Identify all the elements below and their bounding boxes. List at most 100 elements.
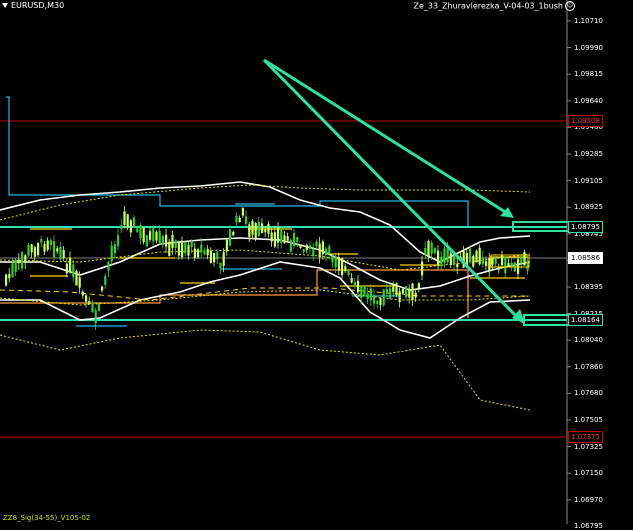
candle-body xyxy=(206,248,209,256)
candle-body xyxy=(392,287,395,292)
symbol-header: EURUSD,M30 xyxy=(2,1,64,10)
candle-body xyxy=(168,241,171,256)
candle-body xyxy=(213,252,216,263)
candle-body xyxy=(475,250,478,263)
envelope-upper xyxy=(0,184,531,221)
candle-body xyxy=(360,286,363,299)
candle-body xyxy=(8,274,11,279)
price-axis-label: 1.06970 xyxy=(574,495,603,504)
candle-body xyxy=(155,231,158,241)
candle-body xyxy=(443,248,446,263)
candle-body xyxy=(49,240,52,245)
candle-body xyxy=(507,262,510,267)
price-axis-label: 1.09640 xyxy=(574,96,603,105)
candle-body xyxy=(133,217,136,228)
candle-body xyxy=(203,250,206,255)
candle-body xyxy=(56,248,59,252)
candle-body xyxy=(232,231,235,236)
candle-body xyxy=(197,249,200,258)
candle-body xyxy=(373,295,376,304)
price-tag-teal-low: 1.08164 xyxy=(568,314,603,326)
candle-body xyxy=(481,257,484,265)
candle-body xyxy=(14,259,17,273)
candle-body xyxy=(72,264,75,278)
candle-body xyxy=(286,236,289,241)
candle-body xyxy=(107,261,110,271)
price-axis-label: 1.07680 xyxy=(574,389,603,398)
candle-body xyxy=(430,242,433,254)
price-axis[interactable]: 1.10710 1.09990 1.09815 1.09640 1.09460 1.092… xyxy=(567,0,633,530)
candle-body xyxy=(75,270,78,286)
candle-body xyxy=(379,298,382,305)
price-axis-label: 1.08925 xyxy=(574,203,603,212)
candle-body xyxy=(222,252,225,266)
candle-body xyxy=(17,259,20,264)
candle-body xyxy=(177,242,180,256)
candle-body xyxy=(241,207,244,216)
price-plot[interactable] xyxy=(0,0,633,524)
price-axis-label: 1.07325 xyxy=(574,442,603,451)
candle-body xyxy=(267,223,270,234)
candle-body xyxy=(405,286,408,298)
candle-body xyxy=(526,260,529,271)
candle-body xyxy=(341,258,344,276)
candle-body xyxy=(145,235,148,247)
price-axis-label: 1.07860 xyxy=(574,362,603,371)
candle-body xyxy=(293,233,296,247)
candle-body xyxy=(59,246,62,260)
candle-body xyxy=(280,228,283,243)
price-axis-label: 1.09990 xyxy=(574,43,603,52)
candle-body xyxy=(353,282,356,287)
candle-body xyxy=(325,248,328,256)
price-axis-label: 1.08040 xyxy=(574,336,603,345)
candle-body xyxy=(465,252,468,265)
candle-body xyxy=(248,224,251,237)
candle-body xyxy=(417,283,420,289)
candle-body xyxy=(501,255,504,266)
candle-body xyxy=(117,235,120,246)
candle-body xyxy=(337,257,340,271)
candle-body xyxy=(190,241,193,247)
candle-body xyxy=(408,288,411,298)
candle-body xyxy=(171,235,174,249)
candle-body xyxy=(27,245,30,256)
candle-body xyxy=(174,240,177,249)
candle-body xyxy=(120,225,123,230)
candle-body xyxy=(504,257,507,274)
indicator-title: Ze_33_Zhuravlerezka_V-04-03_1bush xyxy=(413,1,563,11)
candle-body xyxy=(411,283,414,301)
candle-body xyxy=(62,249,65,258)
candle-body xyxy=(152,227,155,242)
dropdown-triangle-icon[interactable] xyxy=(2,3,8,8)
candle-body xyxy=(21,252,24,269)
candle-body xyxy=(277,226,280,243)
candle-body xyxy=(225,239,228,252)
candle-body xyxy=(299,244,302,248)
candle-body xyxy=(81,291,84,296)
candlesticks xyxy=(5,205,529,330)
candle-body xyxy=(472,256,475,267)
price-axis-label: 1.07150 xyxy=(574,469,603,478)
chart-window[interactable]: EURUSD,M30 Ze_33_Zhuravlerezka_V-04-03_1… xyxy=(0,0,633,530)
candle-body xyxy=(94,310,97,324)
candle-body xyxy=(46,240,49,250)
candle-body xyxy=(289,239,292,252)
candle-body xyxy=(446,248,449,263)
candle-body xyxy=(136,228,139,232)
candle-body xyxy=(165,234,168,247)
envelope-lower xyxy=(0,329,531,411)
candle-body xyxy=(357,280,360,293)
candle-body xyxy=(139,224,142,239)
candle-body xyxy=(433,247,436,254)
candle-body xyxy=(110,245,113,262)
candle-body xyxy=(395,283,398,295)
candle-body xyxy=(209,250,212,263)
candle-body xyxy=(328,246,331,254)
candle-body xyxy=(366,293,369,300)
candle-body xyxy=(363,285,366,296)
candle-body xyxy=(193,248,196,258)
candle-body xyxy=(440,256,443,267)
candle-body xyxy=(421,261,424,276)
candle-body xyxy=(456,263,459,268)
candle-body xyxy=(181,240,184,258)
